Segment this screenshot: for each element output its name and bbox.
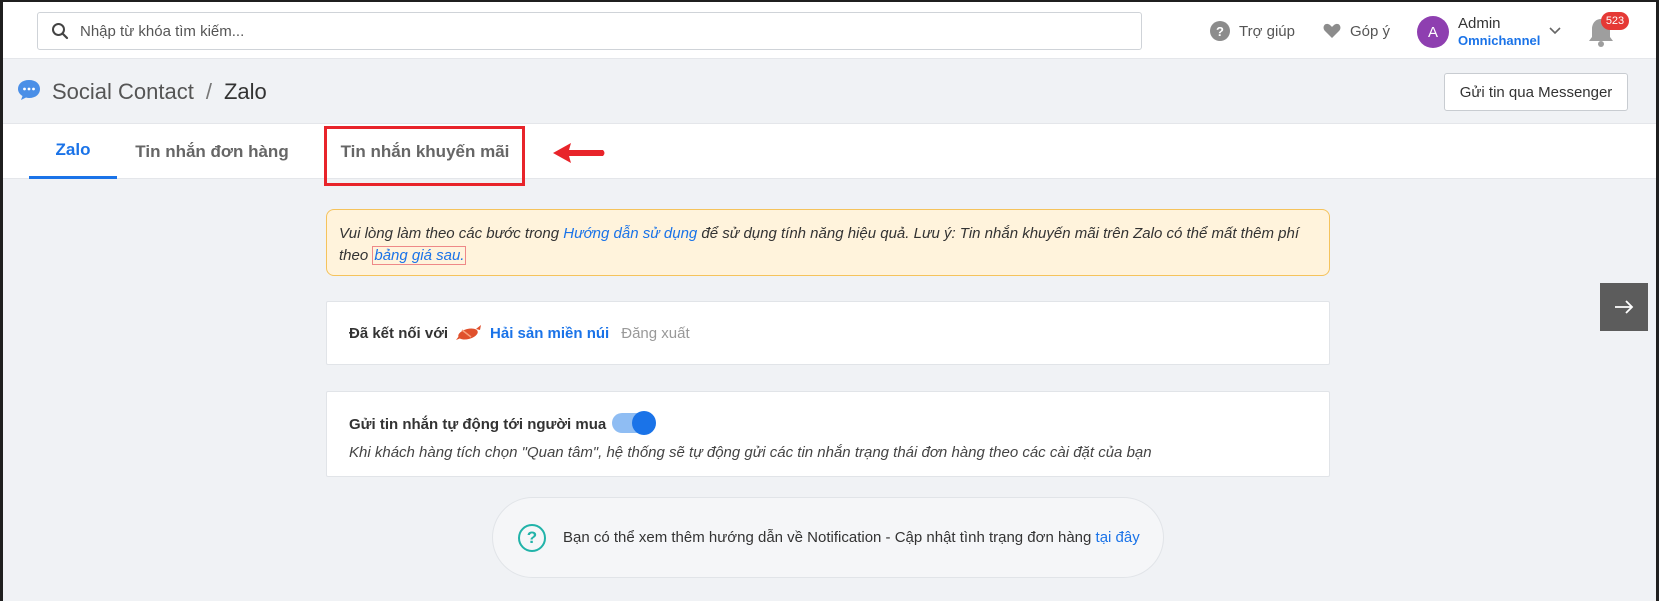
info-text-body: Bạn có thể xem thêm hướng dẫn về Notific… (563, 529, 1096, 546)
chat-bubble-icon (18, 80, 40, 100)
annotation-highlight-box (324, 126, 525, 186)
heart-icon (1323, 23, 1341, 38)
feedback-button[interactable]: Góp ý (1323, 20, 1390, 42)
user-channel: Omnichannel (1458, 33, 1541, 48)
question-icon: ? (1210, 21, 1230, 41)
guide-link[interactable]: Hướng dẫn sử dụng (563, 225, 697, 242)
lobster-icon (456, 325, 482, 340)
page-header: Social Contact / Zalo Gửi tin qua Messenge… (3, 59, 1656, 123)
notice-text-before: Vui lòng làm theo các bước trong (339, 225, 564, 242)
breadcrumb-root[interactable]: Social Contact (52, 79, 194, 104)
help-button[interactable]: ? Trợ giúp (1210, 20, 1295, 42)
info-link[interactable]: tại đây (1096, 529, 1140, 546)
chevron-down-icon[interactable] (1548, 24, 1562, 38)
feedback-label: Góp ý (1350, 22, 1391, 40)
tab-zalo[interactable]: Zalo (29, 124, 117, 179)
info-text: Bạn có thể xem thêm hướng dẫn về Notific… (563, 529, 1140, 546)
search-input[interactable]: Nhập từ khóa tìm kiếm... (37, 12, 1142, 50)
breadcrumb-current: Zalo (223, 79, 267, 104)
auto-message-card: Gửi tin nhắn tự động tới người mua Khi k… (326, 391, 1330, 477)
notification-badge: 523 (1601, 12, 1629, 30)
search-icon (52, 23, 69, 40)
question-circle-icon: ? (518, 524, 546, 552)
search-placeholder: Nhập từ khóa tìm kiếm... (80, 23, 245, 40)
shop-name-link[interactable]: Hải sản miền núi (490, 325, 609, 342)
send-messenger-button[interactable]: Gửi tin qua Messenger (1444, 73, 1628, 111)
auto-message-description: Khi khách hàng tích chọn "Quan tâm", hệ … (349, 444, 1152, 461)
info-box: ? Bạn có thể xem thêm hướng dẫn về Notif… (492, 497, 1164, 578)
top-bar: Nhập từ khóa tìm kiếm... ? Trợ giúp Góp … (3, 2, 1656, 59)
tab-order-messages[interactable]: Tin nhắn đơn hàng (117, 124, 307, 179)
notice-banner: Vui lòng làm theo các bước trong Hướng d… (326, 209, 1330, 276)
connection-card: Đã kết nối với Hải sản miền núi Đăng xuấ… (326, 301, 1330, 365)
price-list-link[interactable]: bảng giá sau. (372, 246, 467, 265)
next-arrow-button[interactable] (1600, 283, 1648, 331)
annotation-arrow-icon (553, 143, 605, 163)
user-name[interactable]: Admin (1458, 15, 1501, 32)
logout-link[interactable]: Đăng xuất (621, 325, 689, 342)
avatar[interactable]: A (1417, 16, 1449, 48)
breadcrumb: Social Contact / Zalo (52, 79, 267, 105)
auto-message-toggle[interactable] (612, 411, 656, 435)
auto-message-label: Gửi tin nhắn tự động tới người mua (349, 416, 607, 433)
connected-label: Đã kết nối với (349, 324, 449, 342)
toggle-knob (632, 411, 656, 435)
help-label: Trợ giúp (1239, 22, 1295, 40)
breadcrumb-separator: / (205, 79, 212, 104)
tab-bar: Zalo Tin nhắn đơn hàng Tin nhắn khuyến m… (3, 123, 1656, 179)
arrow-right-icon (1615, 300, 1634, 314)
